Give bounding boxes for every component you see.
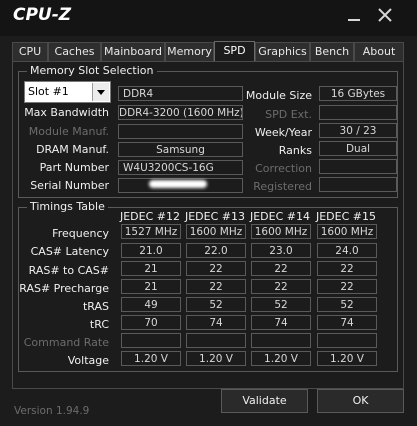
validate-button[interactable]: Validate — [221, 389, 308, 413]
timing-cell: 1600 MHz — [186, 224, 246, 239]
ras-to-cas-label: RAS# to CAS# — [28, 264, 109, 277]
max-bandwidth-field: DDR4-3200 (1600 MHz) — [118, 105, 243, 120]
timing-cell: 74 — [186, 315, 246, 330]
timing-cell: 22 — [186, 261, 246, 276]
week-year-field: 30 / 23 — [319, 123, 397, 138]
timing-cell — [121, 333, 181, 348]
timing-cell: 1600 MHz — [251, 224, 311, 239]
timing-cell: 1.20 V — [121, 351, 181, 366]
dram-manuf-field: Samsung — [118, 142, 243, 157]
trc-label: tRC — [89, 318, 109, 331]
tab-spd[interactable]: SPD — [214, 41, 255, 62]
timing-cell: 22 — [251, 279, 311, 294]
tab-caches[interactable]: Caches — [48, 42, 101, 61]
module-manuf-field — [118, 124, 243, 139]
ras-precharge-label: RAS# Precharge — [19, 282, 109, 295]
max-bandwidth-label: Max Bandwidth — [24, 106, 109, 119]
spd-ext-field — [319, 105, 397, 120]
tab-bar: CPU Caches Mainboard Memory SPD Graphics… — [12, 41, 404, 62]
timing-cell: 22.0 — [186, 243, 246, 258]
memory-slot-group-title: Memory Slot Selection — [27, 64, 157, 77]
timing-cell — [251, 333, 311, 348]
correction-label: Correction — [255, 162, 312, 175]
timing-cell: 74 — [251, 315, 311, 330]
timings-col-header: JEDEC #12 — [119, 210, 180, 223]
timing-cell: 21.0 — [121, 243, 181, 258]
chevron-down-icon[interactable] — [92, 83, 109, 101]
timing-cell: 22 — [317, 261, 377, 276]
timing-cell: 52 — [317, 297, 377, 312]
close-button[interactable] — [373, 3, 397, 27]
timing-cell: 1.20 V — [251, 351, 311, 366]
timing-cell: 21 — [121, 279, 181, 294]
minimize-icon — [348, 19, 360, 21]
dram-manuf-label: DRAM Manuf. — [36, 143, 109, 156]
registered-field — [319, 177, 397, 192]
tras-label: tRAS — [82, 300, 109, 313]
app-title: CPU-Z — [13, 5, 72, 25]
part-number-label: Part Number — [39, 161, 109, 174]
timings-col-header: JEDEC #15 — [315, 210, 376, 223]
version-text: Version 1.94.9 — [14, 405, 90, 417]
memory-type-field: DDR4 — [118, 86, 243, 101]
correction-field — [319, 159, 397, 174]
timing-cell: 52 — [251, 297, 311, 312]
timing-cell: 49 — [121, 297, 181, 312]
ok-button[interactable]: OK — [317, 389, 404, 413]
timings-col-header: JEDEC #14 — [249, 210, 310, 223]
timings-group-title: Timings Table — [27, 200, 108, 213]
part-number-field: W4U3200CS-16G — [118, 160, 243, 175]
ranks-label: Ranks — [278, 144, 312, 157]
timing-cell: 23.0 — [251, 243, 311, 258]
timing-cell: 22 — [251, 261, 311, 276]
timing-cell: 21 — [121, 261, 181, 276]
timing-cell: 70 — [121, 315, 181, 330]
tab-bench[interactable]: Bench — [310, 42, 354, 61]
module-manuf-label: Module Manuf. — [28, 125, 109, 138]
tab-about[interactable]: About — [354, 42, 404, 61]
tab-cpu[interactable]: CPU — [12, 42, 48, 61]
tab-memory[interactable]: Memory — [165, 42, 214, 61]
timing-cell: 1.20 V — [317, 351, 377, 366]
frequency-label: Frequency — [52, 227, 109, 240]
close-icon — [378, 8, 392, 22]
module-size-label: Module Size — [245, 89, 312, 102]
slot-select[interactable]: Slot #1 — [24, 81, 111, 103]
cas-latency-label: CAS# Latency — [30, 245, 109, 258]
week-year-label: Week/Year — [254, 126, 312, 139]
voltage-label: Voltage — [67, 354, 109, 367]
timing-cell: 1.20 V — [186, 351, 246, 366]
serial-number-label: Serial Number — [30, 179, 109, 192]
spd-ext-label: SPD Ext. — [265, 108, 312, 121]
timings-col-header: JEDEC #13 — [184, 210, 245, 223]
timing-cell — [317, 333, 377, 348]
timing-cell: 24.0 — [317, 243, 377, 258]
tab-mainboard[interactable]: Mainboard — [101, 42, 165, 61]
timing-cell: 52 — [186, 297, 246, 312]
timing-cell: 1527 MHz — [121, 224, 181, 239]
minimize-button[interactable] — [342, 3, 366, 27]
timing-cell: 74 — [317, 315, 377, 330]
redacted-serial — [149, 180, 207, 188]
timing-cell — [186, 333, 246, 348]
tab-graphics[interactable]: Graphics — [255, 42, 310, 61]
registered-label: Registered — [253, 180, 312, 193]
timing-cell: 22 — [317, 279, 377, 294]
command-rate-label: Command Rate — [23, 336, 109, 349]
timing-cell: 22 — [186, 279, 246, 294]
slot-select-value: Slot #1 — [28, 85, 69, 98]
timing-cell: 1600 MHz — [317, 224, 377, 239]
module-size-field: 16 GBytes — [319, 86, 397, 101]
ranks-field: Dual — [319, 141, 397, 156]
